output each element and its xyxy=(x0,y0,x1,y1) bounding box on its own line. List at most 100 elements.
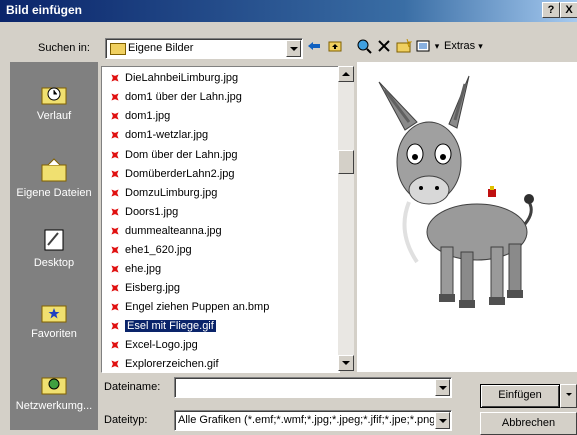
place-label: Netzwerkumg... xyxy=(15,400,93,412)
place-label: Verlauf xyxy=(36,110,72,122)
filename-input[interactable] xyxy=(174,377,452,398)
filetype-select[interactable]: Alle Grafiken (*.emf;*.wmf;*.jpg;*.jpeg;… xyxy=(174,410,452,431)
extras-label: Extras xyxy=(444,40,476,52)
file-name: DieLahnbeiLimburg.jpg xyxy=(125,71,239,84)
list-item[interactable]: ehe.jpg xyxy=(108,260,161,277)
file-name: Engel ziehen Puppen an.bmp xyxy=(125,300,270,313)
lookin-value: Eigene Bilder xyxy=(128,42,194,54)
filename-dropdown-button[interactable] xyxy=(435,379,450,396)
new-folder-icon[interactable] xyxy=(394,36,414,56)
list-item-selected[interactable]: Esel mit Fliege.gif xyxy=(108,317,217,334)
place-desktop[interactable]: Desktop xyxy=(10,227,98,269)
file-name: DomzuLimburg.jpg xyxy=(125,186,218,199)
file-name: dom1.jpg xyxy=(125,109,171,122)
places-bar: Verlauf Eigene Dateien Desktop Favoriten… xyxy=(10,62,98,430)
list-item[interactable]: Doors1.jpg xyxy=(108,203,178,220)
image-file-icon xyxy=(108,357,122,371)
favorites-icon xyxy=(40,298,68,324)
delete-icon[interactable] xyxy=(375,36,393,56)
extras-menu[interactable]: Extras ▾ xyxy=(444,36,498,56)
list-item[interactable]: dom1-wetzlar.jpg xyxy=(108,126,208,143)
file-name: Dom über der Lahn.jpg xyxy=(125,148,238,161)
scroll-thumb[interactable] xyxy=(338,150,354,174)
image-file-icon xyxy=(108,281,122,295)
image-file-icon xyxy=(108,148,122,162)
list-item[interactable]: dom1.jpg xyxy=(108,107,170,124)
list-item[interactable]: Engel ziehen Puppen an.bmp xyxy=(108,298,269,315)
list-item[interactable]: Eisberg.jpg xyxy=(108,279,180,296)
image-file-icon xyxy=(108,338,122,352)
list-item[interactable]: DomüberderLahn2.jpg xyxy=(108,165,234,182)
insert-button[interactable]: Einfügen xyxy=(480,384,560,408)
up-folder-icon[interactable] xyxy=(326,36,344,56)
lookin-label: Suchen in: xyxy=(38,42,90,54)
list-item[interactable]: dummealteanna.jpg xyxy=(108,222,222,239)
list-item[interactable]: dom1 über der Lahn.jpg xyxy=(108,88,242,105)
image-file-icon xyxy=(108,224,122,238)
place-favorites[interactable]: Favoriten xyxy=(10,298,98,340)
list-item[interactable]: Excel-Logo.jpg xyxy=(108,336,198,353)
cancel-button[interactable]: Abbrechen xyxy=(480,412,577,435)
chevron-down-icon xyxy=(565,393,572,396)
arrow-down-icon xyxy=(342,361,350,365)
insert-dropdown-button[interactable] xyxy=(560,384,577,408)
file-name: DomüberderLahn2.jpg xyxy=(125,167,235,180)
list-item[interactable]: Dom über der Lahn.jpg xyxy=(108,146,238,163)
image-file-icon xyxy=(108,319,122,333)
file-name: Esel mit Fliege.gif xyxy=(124,318,217,333)
donkey-preview-image xyxy=(378,75,534,308)
lookin-dropdown-button[interactable] xyxy=(286,40,301,57)
extras-dropdown-icon: ▾ xyxy=(478,40,483,51)
list-item[interactable]: Explorerzeichen.gif xyxy=(108,355,219,372)
image-file-icon xyxy=(108,128,122,142)
place-history[interactable]: Verlauf xyxy=(10,80,98,122)
views-icon[interactable] xyxy=(414,36,432,56)
image-file-icon xyxy=(108,109,122,123)
folder-icon xyxy=(110,43,126,55)
image-file-icon xyxy=(108,205,122,219)
filetype-label: Dateityp: xyxy=(104,414,148,426)
image-file-icon xyxy=(108,90,122,104)
file-list[interactable]: DieLahnbeiLimburg.jpg dom1 über der Lahn… xyxy=(101,66,340,373)
filetype-dropdown-button[interactable] xyxy=(435,412,450,429)
file-name: Explorerzeichen.gif xyxy=(125,357,219,370)
views-dropdown-icon[interactable]: ▾ xyxy=(432,36,442,56)
image-file-icon xyxy=(108,243,122,257)
image-file-icon xyxy=(108,300,122,314)
image-file-icon xyxy=(108,167,122,181)
file-name: dom1 über der Lahn.jpg xyxy=(125,90,242,103)
list-item[interactable]: DieLahnbeiLimburg.jpg xyxy=(108,69,238,86)
back-icon[interactable] xyxy=(305,36,323,56)
scroll-down-button[interactable] xyxy=(338,355,354,371)
image-file-icon xyxy=(108,71,122,85)
insert-label: Einfügen xyxy=(498,389,542,401)
filetype-value: Alle Grafiken (*.emf;*.wmf;*.jpg;*.jpeg;… xyxy=(178,414,434,426)
file-name: Eisberg.jpg xyxy=(125,281,181,294)
image-file-icon xyxy=(108,262,122,276)
history-icon xyxy=(40,80,68,106)
close-button[interactable]: X xyxy=(560,2,577,18)
list-item[interactable]: ehe1_620.jpg xyxy=(108,241,192,258)
place-label: Eigene Dateien xyxy=(16,187,92,199)
title-bar: Bild einfügen ? X xyxy=(0,0,577,22)
network-icon xyxy=(40,370,68,396)
file-name: Excel-Logo.jpg xyxy=(125,338,198,351)
cancel-label: Abbrechen xyxy=(501,417,556,429)
list-item[interactable]: DomzuLimburg.jpg xyxy=(108,184,217,201)
place-network[interactable]: Netzwerkumg... xyxy=(10,370,98,412)
file-name: dom1-wetzlar.jpg xyxy=(125,128,209,141)
file-list-scrollbar[interactable] xyxy=(338,66,354,371)
file-name: ehe.jpg xyxy=(125,262,162,275)
scroll-up-button[interactable] xyxy=(338,66,354,82)
place-label: Favoriten xyxy=(31,328,77,340)
place-my-documents[interactable]: Eigene Dateien xyxy=(10,157,98,199)
search-web-icon[interactable] xyxy=(355,36,373,56)
image-file-icon xyxy=(108,186,122,200)
lookin-select[interactable]: Eigene Bilder xyxy=(105,38,303,59)
window-title: Bild einfügen xyxy=(6,3,82,17)
file-name: dummealteanna.jpg xyxy=(125,224,222,237)
preview-pane xyxy=(357,62,577,372)
file-name: Doors1.jpg xyxy=(125,205,179,218)
help-button[interactable]: ? xyxy=(542,2,560,18)
arrow-up-icon xyxy=(342,72,350,76)
